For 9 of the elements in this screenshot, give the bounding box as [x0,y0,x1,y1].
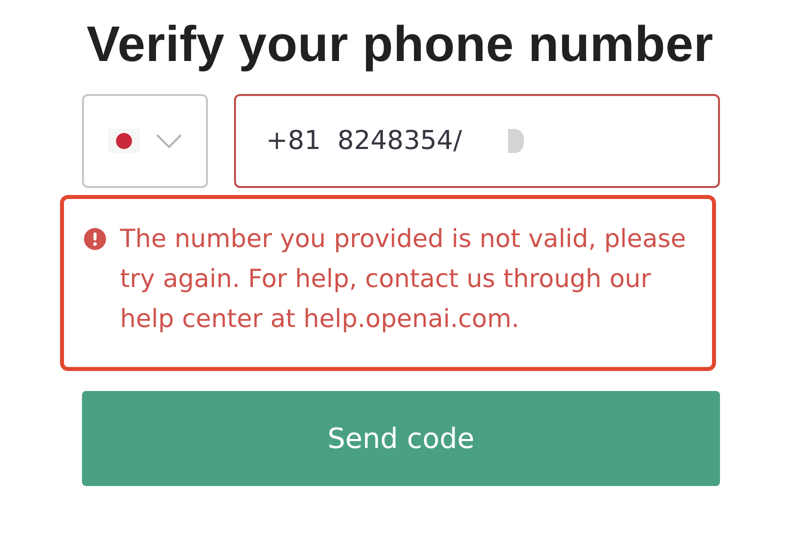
country-select[interactable] [82,94,208,188]
flag-icon [108,129,140,153]
redaction-mark [508,129,524,153]
phone-field[interactable]: +81 8248354/ [234,94,720,188]
page-title: Verify your phone number [86,15,714,74]
error-message: The number you provided is not valid, please try again. For help, contact us through our help center at help.openai.com. [120,223,688,335]
phone-input[interactable]: +81 8248354/ [266,126,498,156]
error-icon [84,228,106,250]
chevron-icon [156,134,182,148]
